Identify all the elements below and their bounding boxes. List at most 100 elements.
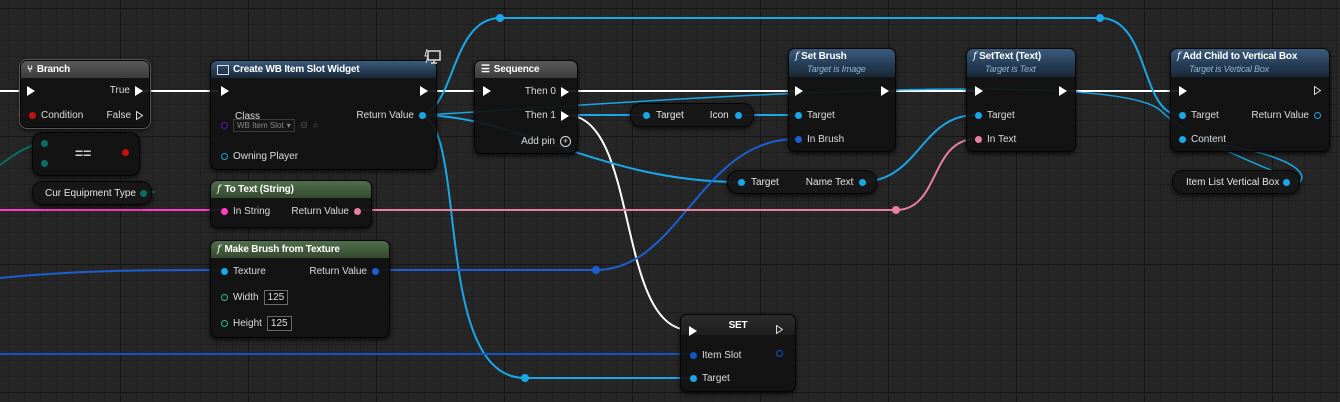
struct-pin-icon	[372, 268, 379, 275]
object-pin-icon	[221, 268, 228, 275]
exec-out-pin[interactable]	[881, 86, 889, 96]
exec-out-icon	[881, 86, 889, 96]
exec-in-icon	[689, 326, 697, 336]
return-value-pin[interactable]: Return Value	[291, 206, 361, 217]
object-pin-icon	[1314, 112, 1321, 119]
true-pin[interactable]: True	[110, 85, 143, 96]
create-widget-header[interactable]: Create WB Item Slot Widget	[211, 61, 436, 78]
widget-icon	[217, 64, 229, 75]
set-text-header[interactable]: f SetText (Text) Target is Text	[967, 49, 1075, 77]
height-input[interactable]: 125	[266, 316, 292, 331]
byte-pin-icon	[41, 160, 48, 167]
width-pin[interactable]: Width 125	[221, 290, 289, 305]
make-brush-header[interactable]: f Make Brush from Texture	[211, 241, 389, 258]
browse-icon[interactable]: ⊖	[300, 120, 308, 131]
in-string-pin[interactable]: In String	[221, 206, 270, 217]
exec-in-pin[interactable]	[689, 326, 697, 336]
in-text-pin[interactable]: In Text	[975, 134, 1016, 145]
exec-in-pin[interactable]	[795, 86, 803, 96]
item-slot-pin[interactable]: Item Slot	[690, 350, 741, 361]
exec-out-pin[interactable]	[420, 86, 428, 96]
content-pin[interactable]: Content	[1179, 134, 1226, 145]
then-0-pin[interactable]: Then 0	[525, 86, 569, 97]
item-list-vertical-box-node[interactable]: Item List Vertical Box	[1172, 170, 1300, 194]
in-brush-pin[interactable]: In Brush	[795, 134, 844, 145]
object-pin-icon	[221, 153, 228, 160]
object-pin-icon	[1283, 178, 1291, 186]
sequence-header[interactable]: ☰ Sequence	[475, 61, 577, 78]
blueprint-graph-canvas[interactable]	[0, 0, 1340, 402]
return-value-pin[interactable]: Return Value	[356, 110, 426, 121]
width-input[interactable]: 125	[263, 290, 289, 305]
exec-out-pin[interactable]	[1059, 86, 1067, 96]
class-select[interactable]: WB Item Slot ▾	[233, 119, 295, 132]
return-value-pin[interactable]: Return Value	[309, 266, 379, 277]
exec-out-hollow-icon	[776, 325, 783, 334]
target-pin[interactable]: Target	[975, 110, 1015, 121]
then-1-pin[interactable]: Then 1	[525, 110, 569, 121]
add-child-header[interactable]: f Add Child to Vertical Box Target is Ver…	[1171, 49, 1329, 77]
target-pin[interactable]: Target	[795, 110, 835, 121]
exec-in-icon	[483, 86, 491, 96]
owning-player-pin[interactable]: Owning Player	[221, 151, 298, 162]
add-pin-button[interactable]: Add pin +	[521, 136, 571, 147]
exec-in-pin[interactable]	[27, 86, 35, 96]
false-pin[interactable]: False	[107, 110, 143, 121]
exec-in-pin[interactable]	[483, 86, 491, 96]
text-pin-icon	[354, 208, 361, 215]
function-icon: f	[217, 184, 221, 195]
exec-out-pin[interactable]	[1314, 86, 1321, 95]
exec-in-pin[interactable]	[221, 86, 229, 96]
int-pin-icon	[221, 294, 228, 301]
class-pin[interactable]: WB Item Slot ▾ ⊖ ⌕	[221, 119, 319, 132]
exec-in-icon	[27, 86, 35, 96]
class-pin-icon	[221, 122, 228, 129]
item-slot-out-pin[interactable]	[776, 350, 783, 357]
exec-out-pin[interactable]	[776, 325, 783, 334]
sequence-node[interactable]: ☰ Sequence Then 0 Then 1 Add pin +	[474, 60, 578, 154]
exec-in-icon	[795, 86, 803, 96]
return-value-pin[interactable]: Return Value	[1251, 110, 1321, 121]
object-pin-icon	[1179, 112, 1186, 119]
exec-in-icon	[221, 86, 229, 96]
get-name-text-node[interactable]: Target Name Text	[727, 170, 877, 194]
target-pin[interactable]: Target	[690, 373, 730, 384]
target-pin[interactable]: Target	[1179, 110, 1219, 121]
int-pin-icon	[221, 320, 228, 327]
string-pin-icon	[221, 208, 228, 215]
object-pin-icon	[690, 375, 697, 382]
create-widget-node[interactable]: Create WB Item Slot Widget Class WB Item…	[210, 60, 437, 170]
object-pin-icon	[738, 178, 745, 186]
exec-out-hollow-icon	[136, 111, 143, 120]
search-icon[interactable]: ⌕	[313, 120, 319, 131]
function-icon: f	[217, 244, 221, 255]
get-icon-node[interactable]: Target Icon	[630, 103, 754, 127]
height-pin[interactable]: Height 125	[221, 316, 292, 331]
to-text-node[interactable]: f To Text (String) In String Return Value	[210, 180, 372, 228]
set-brush-header[interactable]: f Set Brush Target is Image	[789, 49, 895, 77]
exec-in-pin[interactable]	[1179, 86, 1187, 96]
texture-pin[interactable]: Texture	[221, 266, 266, 277]
equal-node[interactable]: ==	[32, 132, 140, 176]
object-pin-icon	[643, 111, 650, 119]
add-child-node[interactable]: f Add Child to Vertical Box Target is Ver…	[1170, 48, 1330, 152]
byte-pin-icon	[139, 189, 147, 197]
set-variable-node[interactable]: SET Item Slot Target	[680, 314, 796, 392]
cur-equipment-type-node[interactable]: Cur Equipment Type	[32, 181, 152, 205]
object-pin-icon	[734, 111, 742, 119]
object-pin-icon	[419, 112, 426, 119]
make-brush-node[interactable]: f Make Brush from Texture Texture Return …	[210, 240, 390, 338]
function-icon: f	[973, 51, 977, 62]
exec-out-icon	[1059, 86, 1067, 96]
exec-out-icon	[135, 85, 143, 96]
sequence-icon: ☰	[481, 64, 490, 75]
branch-header[interactable]: ⑂ Branch	[21, 61, 149, 78]
to-text-header[interactable]: f To Text (String)	[211, 181, 371, 198]
set-text-node[interactable]: f SetText (Text) Target is Text Target In…	[966, 48, 1076, 152]
equal-label: ==	[75, 145, 92, 161]
exec-in-pin[interactable]	[975, 86, 983, 96]
object-pin-icon	[1179, 136, 1186, 143]
set-brush-node[interactable]: f Set Brush Target is Image Target In Bru…	[788, 48, 896, 152]
branch-node[interactable]: ⑂ Branch True Condition False	[19, 59, 151, 129]
condition-pin[interactable]: Condition	[29, 110, 83, 121]
